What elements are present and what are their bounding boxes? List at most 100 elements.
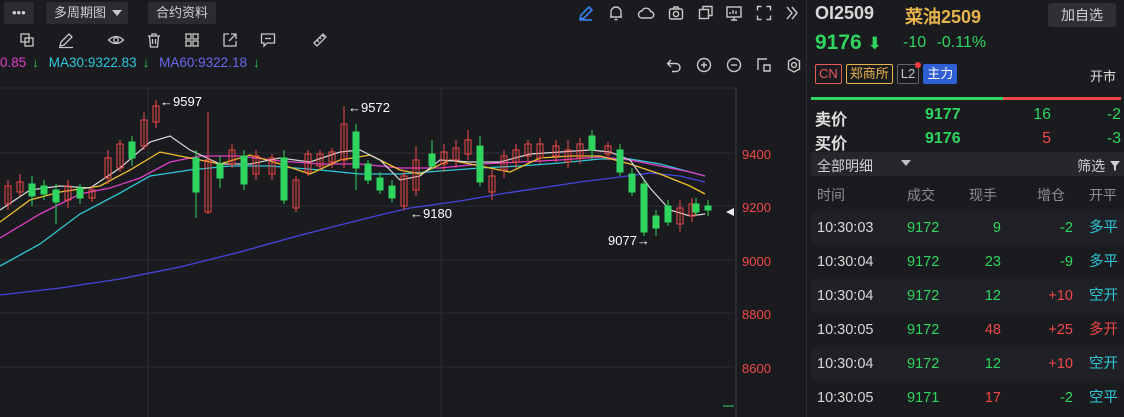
ma-legend: 0.85 ↓ MA30:9322.83 ↓ MA60:9322.18 ↓ <box>0 55 266 73</box>
trade-volume: 23 <box>984 254 1001 270</box>
quote-panel: OI2509 菜油2509 加自选 9176 ⬇ -10 -0.11% CN 郑… <box>806 0 1124 417</box>
price-change: -10 -0.11% <box>903 34 986 52</box>
fullscreen-icon[interactable] <box>754 3 774 23</box>
price-label-9000: 9000 <box>742 254 771 269</box>
comment-icon[interactable] <box>258 30 278 50</box>
down-arrow-icon: ↓ <box>252 55 260 70</box>
main-contract-tag: 主力 <box>923 64 958 84</box>
multi-period-button[interactable]: 多周期图 <box>46 2 129 24</box>
current-price-marker <box>726 208 734 216</box>
col-price: 成交 <box>907 187 935 203</box>
zoom-in-icon[interactable] <box>694 55 714 75</box>
trade-type: 空开 <box>1089 356 1118 372</box>
trade-oi-change: -2 <box>1060 220 1073 236</box>
more-button[interactable]: ••• <box>4 2 34 24</box>
change-percent: -0.11% <box>936 34 987 51</box>
crop-icon[interactable] <box>754 55 774 75</box>
ma60-text: MA60:9322.18 <box>159 55 247 70</box>
trade-time: 10:30:04 <box>817 288 874 304</box>
down-arrow-icon: ⬇ <box>867 34 882 53</box>
bid-row: 买价 9176 5 -3 <box>815 130 1121 153</box>
trade-time: 10:30:03 <box>817 220 874 236</box>
cn-tag: CN <box>815 64 842 84</box>
chevron-down-icon[interactable] <box>901 160 911 166</box>
trade-volume: 12 <box>984 288 1001 304</box>
settings-icon[interactable] <box>784 55 804 75</box>
l2-label: L2 <box>900 66 916 81</box>
l2-tag[interactable]: L2 <box>896 62 922 84</box>
all-details-dropdown[interactable]: 全部明细 <box>817 156 873 176</box>
grid-lines <box>0 88 736 417</box>
layers-icon[interactable] <box>17 30 37 50</box>
ask-delta: -2 <box>1106 106 1121 123</box>
table-row[interactable]: 10:30:05 9171 17 -2 空平 <box>811 381 1124 415</box>
table-row[interactable]: 10:30:03 9172 9 -2 多平 <box>811 211 1124 245</box>
ma-partial-text: 0.85 <box>0 55 27 70</box>
contract-info-button[interactable]: 合约资料 <box>148 2 217 24</box>
ma30-text: MA30:9322.83 <box>48 55 137 70</box>
bid-volume: 5 <box>1042 130 1051 147</box>
pencil-icon[interactable] <box>56 30 76 50</box>
futures-quote-window: ••• 多周期图 合约资料 0.85 ↓ MA30:9322.83 ↓ MA60… <box>0 0 1124 417</box>
notification-dot <box>915 62 922 68</box>
grid-icon[interactable] <box>182 30 202 50</box>
price-label-8800: 8800 <box>742 307 771 322</box>
cloud-icon[interactable] <box>636 3 656 23</box>
filter-icon <box>1110 161 1120 171</box>
trade-price: 9171 <box>907 390 940 406</box>
table-row[interactable]: 10:30:04 9172 12 +10 空开 <box>811 347 1124 381</box>
trade-price: 9172 <box>907 254 940 270</box>
down-arrow-icon: ↓ <box>142 55 150 70</box>
double-chevron-right-icon[interactable] <box>782 3 802 23</box>
trade-price: 9172 <box>907 288 940 304</box>
monitor-icon[interactable] <box>724 3 744 23</box>
undo-icon[interactable] <box>664 55 684 75</box>
filter-button[interactable]: 筛选 <box>1077 156 1121 176</box>
trash-icon[interactable] <box>144 30 164 50</box>
trade-volume: 12 <box>984 356 1001 372</box>
col-volume: 现手 <box>969 187 997 203</box>
down-arrow-icon: ↓ <box>32 55 40 70</box>
table-row[interactable]: 10:30:04 9172 23 -9 多平 <box>811 245 1124 279</box>
draw-pen-icon[interactable] <box>576 3 596 23</box>
trade-oi-change: -2 <box>1060 390 1073 406</box>
bell-icon[interactable] <box>606 3 626 23</box>
col-open-interest: 增仓 <box>1037 187 1065 203</box>
add-watchlist-button[interactable]: 加自选 <box>1048 3 1116 27</box>
col-type: 开平 <box>1089 187 1117 203</box>
bid-delta: -3 <box>1106 130 1121 147</box>
table-row[interactable]: 10:30:05 9172 48 +25 多开 <box>811 313 1124 347</box>
trade-type: 多开 <box>1089 322 1118 338</box>
trade-time: 10:30:04 <box>817 356 874 372</box>
trade-volume: 9 <box>992 220 1001 236</box>
ask-label: 卖价 <box>815 112 848 129</box>
chart-toolbar: ••• 多周期图 合约资料 <box>0 0 806 26</box>
drawing-toolbar <box>0 28 806 52</box>
bid-price: 9176 <box>925 130 961 147</box>
copy-window-icon[interactable] <box>696 3 716 23</box>
trade-oi-change: +25 <box>1048 322 1073 338</box>
ruler-icon[interactable] <box>310 30 330 50</box>
camera-icon[interactable] <box>666 3 686 23</box>
bid-label: 买价 <box>815 136 848 153</box>
table-row[interactable]: 10:30:04 9172 12 +10 空开 <box>811 279 1124 313</box>
trade-oi-change: +10 <box>1048 356 1073 372</box>
sell-ratio-segment <box>1003 97 1121 100</box>
high-annotation-9597: ←9597 <box>160 94 202 109</box>
trade-price: 9172 <box>907 322 940 338</box>
trade-type: 多平 <box>1089 254 1118 270</box>
trade-type: 多平 <box>1089 220 1118 236</box>
exchange-tag: 郑商所 <box>845 64 893 84</box>
ask-volume: 16 <box>1033 106 1051 123</box>
filter-label: 筛选 <box>1077 158 1106 174</box>
ma60-line <box>0 172 706 296</box>
candlestick-chart[interactable]: 9400 9200 9000 8800 8600 ←9597 ←9572 ←91… <box>0 78 806 417</box>
chart-panel: ••• 多周期图 合约资料 0.85 ↓ MA30:9322.83 ↓ MA60… <box>0 0 806 417</box>
zoom-out-icon[interactable] <box>724 55 744 75</box>
high-annotation-9572: ←9572 <box>348 100 390 115</box>
trade-volume: 48 <box>984 322 1001 338</box>
external-link-icon[interactable] <box>220 30 240 50</box>
trade-oi-change: +10 <box>1048 288 1073 304</box>
ma-partial-value: 0.85 ↓ <box>0 55 39 70</box>
eye-icon[interactable] <box>106 30 126 50</box>
